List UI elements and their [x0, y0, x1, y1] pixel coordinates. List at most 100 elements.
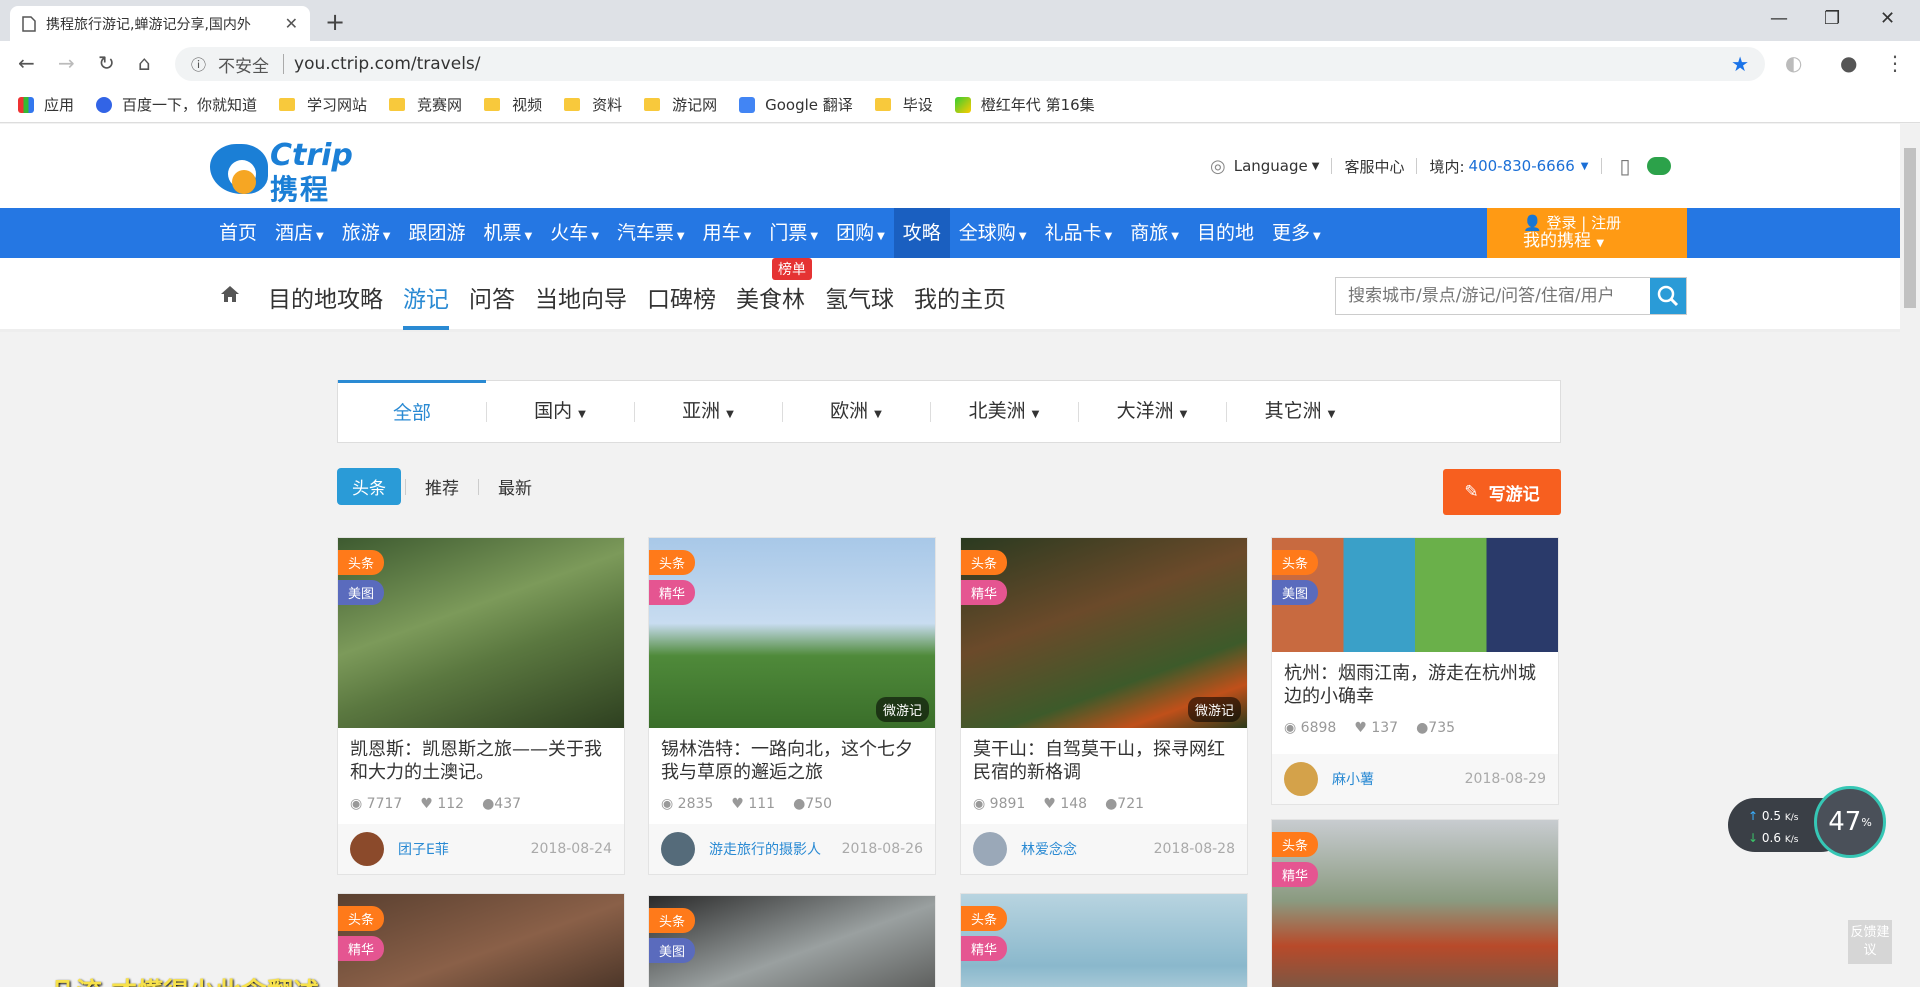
bookmark-folder[interactable]: 竞赛网 [389, 94, 462, 115]
wechat-icon[interactable] [1646, 157, 1671, 175]
bookmark-folder[interactable]: 游记网 [644, 94, 717, 115]
author-name[interactable]: 游走旅行的摄影人 [709, 839, 821, 859]
bookmark-folder[interactable]: 视频 [484, 94, 542, 115]
bookmark-star-icon[interactable]: ★ [1731, 52, 1749, 76]
nav-item-bus[interactable]: 汽车票 ▼ [608, 208, 694, 258]
nav-item-hotel[interactable]: 酒店 ▼ [266, 208, 333, 258]
reload-icon[interactable]: ↻ [98, 51, 115, 75]
travelogue-card[interactable]: 头条 精华 微游记 锡林浩特：一路向北，这个七夕我与草原的邂逅之旅 ◉ 2835… [648, 537, 936, 875]
service-center-link[interactable]: 客服中心 [1344, 156, 1404, 177]
bookmark-baidu[interactable]: 百度一下，你就知道 [96, 94, 257, 115]
nav-item-tickets[interactable]: 门票 ▼ [760, 208, 827, 258]
avatar[interactable] [350, 832, 384, 866]
nav-item-business[interactable]: 商旅 ▼ [1121, 208, 1188, 258]
close-window-icon[interactable]: ✕ [1880, 8, 1895, 29]
subnav-balloon[interactable]: 氢气球 [825, 280, 894, 314]
new-tab-icon[interactable]: + [325, 8, 345, 36]
my-ctrip-link[interactable]: 我的携程 [1523, 231, 1591, 251]
region-tab-oceania[interactable]: 大洋洲 ▼ [1078, 380, 1226, 443]
travelogue-card[interactable]: 头条 精华 微游记 莫干山：自驾莫干山，探寻网红民宿的新格调 ◉ 9891 ♥ … [960, 537, 1248, 875]
login-link[interactable]: 登录 [1546, 214, 1576, 232]
search-button[interactable] [1650, 278, 1686, 314]
subnav-travelogues[interactable]: 游记 [403, 280, 449, 330]
subnav-rankings[interactable]: 口碑榜 [647, 280, 716, 314]
close-tab-icon[interactable]: ✕ [285, 14, 298, 33]
nav-item-destination[interactable]: 目的地 [1188, 208, 1263, 258]
nav-item-group-tour[interactable]: 跟团游 [399, 208, 474, 258]
hotline-number[interactable]: 400-830-6666 [1469, 157, 1575, 175]
account-icon[interactable]: ● [1840, 51, 1857, 75]
card-image[interactable]: 头条 精华 微游记 [961, 538, 1247, 728]
feedback-button[interactable]: 反馈建议 [1848, 920, 1892, 964]
info-icon[interactable]: ⓘ [191, 54, 206, 75]
region-tab-other[interactable]: 其它洲 ▼ [1226, 380, 1374, 443]
card-image[interactable]: 头条 美图 [338, 538, 624, 728]
region-tab-domestic[interactable]: 国内 ▼ [486, 380, 634, 443]
region-tab-asia[interactable]: 亚洲 ▼ [634, 380, 782, 443]
card-image[interactable]: 头条 美图 [649, 896, 935, 987]
subnav-food[interactable]: 美食林 榜单 [736, 258, 812, 314]
travelogue-card[interactable]: 头条 美图 [648, 895, 936, 987]
travelogue-card[interactable]: 头条 美图 凯恩斯：凯恩斯之旅——关于我和大力的土澳记。 ◉ 7717 ♥ 11… [337, 537, 625, 875]
login-panel[interactable]: 👤 登录 | 注册 我的携程 ▼ [1487, 208, 1687, 258]
restore-icon[interactable]: ❐ [1824, 8, 1840, 29]
card-title[interactable]: 莫干山：自驾莫干山，探寻网红民宿的新格调 [961, 728, 1247, 790]
extension-icon[interactable]: ◐ [1785, 51, 1802, 75]
travelogue-card[interactable]: 头条 精华 [960, 893, 1248, 987]
nav-item-more[interactable]: 更多 ▼ [1263, 208, 1330, 258]
minimize-icon[interactable]: — [1770, 8, 1788, 29]
card-image[interactable]: 头条 精华 [338, 894, 624, 987]
network-speed-widget[interactable]: ↑ 0.5 K/s ↓ 0.6 K/s 47% [1728, 786, 1886, 860]
avatar[interactable] [661, 832, 695, 866]
card-title[interactable]: 杭州：烟雨江南，游走在杭州城边的小确幸 [1272, 652, 1558, 714]
subnav-local-guide[interactable]: 当地向导 [535, 280, 627, 314]
card-image[interactable]: 头条 精华 [961, 894, 1247, 987]
language-selector[interactable]: Language [1234, 157, 1308, 175]
nav-item-guide[interactable]: 攻略 [893, 208, 950, 258]
nav-item-home[interactable]: 首页 [210, 208, 266, 258]
avatar[interactable] [1284, 762, 1318, 796]
address-bar[interactable]: ⓘ 不安全 you.ctrip.com/travels/ ★ [175, 47, 1765, 81]
travelogue-card[interactable]: 头条 精华 [337, 893, 625, 987]
travelogue-card[interactable]: 头条 美图 杭州：烟雨江南，游走在杭州城边的小确幸 ◉ 6898 ♥ 137 ●… [1271, 537, 1559, 805]
bookmark-video[interactable]: 橙红年代 第16集 [954, 94, 1095, 115]
author-name[interactable]: 林爱念念 [1021, 839, 1077, 859]
nav-item-travel[interactable]: 旅游 ▼ [333, 208, 400, 258]
bookmark-folder[interactable]: 资料 [564, 94, 622, 115]
page-scrollbar[interactable] [1900, 124, 1920, 987]
filter-headline[interactable]: 头条 [337, 468, 401, 505]
card-title[interactable]: 锡林浩特：一路向北，这个七夕我与草原的邂逅之旅 [649, 728, 935, 790]
card-image[interactable]: 头条 精华 微游记 [649, 538, 935, 728]
nav-item-gift-card[interactable]: 礼品卡 ▼ [1036, 208, 1122, 258]
bookmark-folder[interactable]: 学习网站 [279, 94, 367, 115]
region-tab-north-america[interactable]: 北美洲 ▼ [930, 380, 1078, 443]
home-icon[interactable]: ⌂ [138, 51, 151, 75]
bookmark-google-translate[interactable]: Google 翻译 [739, 94, 853, 115]
register-link[interactable]: 注册 [1591, 214, 1621, 232]
card-title[interactable]: 凯恩斯：凯恩斯之旅——关于我和大力的土澳记。 [338, 728, 624, 790]
ctrip-logo[interactable]: Ctrip 携程 [210, 136, 370, 206]
nav-item-train[interactable]: 火车 ▼ [541, 208, 608, 258]
nav-item-flights[interactable]: 机票 ▼ [474, 208, 541, 258]
back-icon[interactable]: ← [18, 51, 35, 75]
url-text[interactable]: you.ctrip.com/travels/ [294, 54, 481, 74]
filter-recommend[interactable]: 推荐 [410, 468, 474, 505]
browser-tab[interactable]: 携程旅行游记,蝉游记分享,国内外 ✕ [10, 6, 310, 41]
nav-item-car[interactable]: 用车 ▼ [694, 208, 761, 258]
author-name[interactable]: 团子E菲 [398, 839, 449, 859]
bookmark-apps[interactable]: 应用 [18, 94, 74, 115]
region-tab-all[interactable]: 全部 [338, 380, 486, 443]
card-image[interactable]: 头条 精华 [1272, 820, 1558, 987]
scrollbar-thumb[interactable] [1904, 148, 1916, 308]
avatar[interactable] [973, 832, 1007, 866]
card-image[interactable]: 头条 美图 [1272, 538, 1558, 652]
author-name[interactable]: 麻小薯 [1332, 769, 1374, 789]
travelogue-card[interactable]: 头条 精华 [1271, 819, 1559, 987]
subnav-qa[interactable]: 问答 [469, 280, 515, 314]
mobile-icon[interactable]: ▯ [1620, 154, 1631, 178]
subnav-my-home[interactable]: 我的主页 [914, 280, 1006, 314]
write-travelogue-button[interactable]: ✎ 写游记 [1443, 469, 1561, 515]
subnav-destination-guide[interactable]: 目的地攻略 [268, 280, 383, 314]
home-icon[interactable] [220, 284, 240, 304]
search-input[interactable] [1336, 278, 1650, 314]
